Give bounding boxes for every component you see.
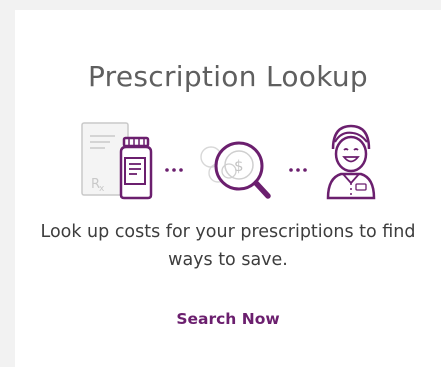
svg-text:$: $ [234, 157, 244, 175]
separator-dots [289, 168, 307, 172]
prescription-lookup-card: Prescription Lookup R x $ Look up costs … [15, 10, 441, 367]
page: Prescription Lookup R x $ Look up costs … [0, 0, 441, 367]
separator-dots [165, 168, 183, 172]
magnifying-glass-dollar-icon: $ [200, 141, 271, 199]
card-description: Look up costs for your prescriptions to … [40, 222, 416, 270]
search-now-link[interactable]: Search Now [15, 310, 441, 328]
pill-bottle-icon [119, 136, 153, 200]
card-title: Prescription Lookup [87, 60, 369, 93]
illustration: R x $ [15, 118, 441, 206]
pharmacist-icon [326, 124, 376, 200]
svg-text:x: x [99, 184, 105, 194]
